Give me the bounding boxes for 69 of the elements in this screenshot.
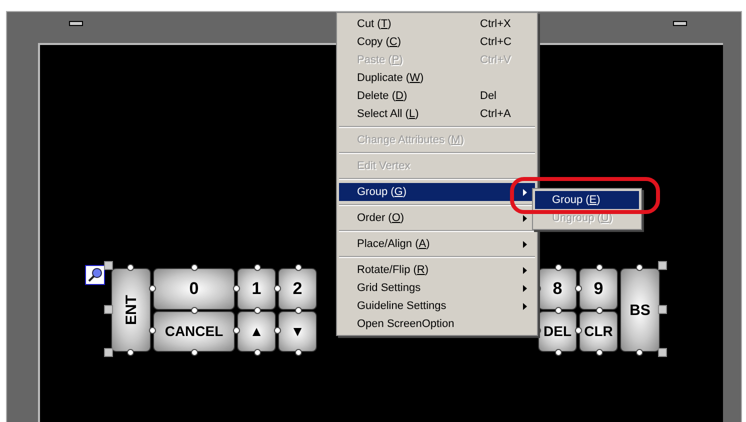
- menu-item-label: Group (E): [552, 192, 600, 208]
- menu-item-label: Delete (D): [357, 88, 408, 104]
- selection-handle[interactable]: [191, 264, 198, 271]
- menu-item-label: Change Attributes (M): [357, 132, 464, 148]
- keypad-key[interactable]: BS: [620, 268, 660, 352]
- minimize-icon[interactable]: [69, 21, 83, 26]
- resize-handle[interactable]: [104, 261, 113, 270]
- keypad-key[interactable]: 2: [278, 268, 317, 310]
- keypad-key[interactable]: 8: [538, 268, 577, 310]
- shortcut-label: Ctrl+A: [480, 106, 511, 122]
- selection-handle[interactable]: [191, 349, 198, 356]
- keypad-key[interactable]: 9: [579, 268, 618, 310]
- selection-handle[interactable]: [596, 264, 602, 271]
- menu-item[interactable]: Guideline Settings: [339, 297, 535, 315]
- menu-item-label: Cut (T): [357, 16, 392, 32]
- keypad-key[interactable]: ▼: [278, 310, 317, 352]
- keypad-key[interactable]: 1: [237, 268, 276, 310]
- selection-handle[interactable]: [294, 264, 302, 271]
- menu-item[interactable]: Order (O): [339, 209, 535, 227]
- menu-item-label: Place/Align (A): [357, 236, 430, 252]
- selection-handle[interactable]: [127, 264, 134, 271]
- menu-item[interactable]: Rotate/Flip (R): [339, 261, 535, 279]
- menu-item-label: Open ScreenOption: [357, 316, 454, 332]
- keypad-key[interactable]: ▲: [237, 310, 276, 352]
- menu-item[interactable]: Group (G): [339, 183, 535, 201]
- menu-item[interactable]: Open ScreenOption: [339, 315, 535, 333]
- resize-handle[interactable]: [104, 305, 113, 314]
- resize-handle[interactable]: [658, 261, 667, 270]
- menu-item[interactable]: Group (E): [535, 191, 639, 209]
- selection-handle[interactable]: [636, 349, 643, 356]
- keypad-key[interactable]: DEL: [538, 310, 577, 352]
- menu-item-label: Order (O): [357, 210, 404, 226]
- menu-item[interactable]: Place/Align (A): [339, 235, 535, 253]
- menu-item-label: Rotate/Flip (R): [357, 262, 429, 278]
- menu-item-label: Grid Settings: [357, 280, 421, 296]
- selection-handle[interactable]: [554, 264, 562, 271]
- menu-item-label: Select All (L): [357, 106, 419, 122]
- menu-item[interactable]: Grid Settings: [339, 279, 535, 297]
- selection-handle[interactable]: [254, 264, 260, 271]
- search-icon[interactable]: [85, 265, 105, 285]
- menu-item-label: Copy (C): [357, 34, 402, 50]
- shortcut-label: Del: [480, 88, 497, 104]
- menu-item-label: Duplicate (W): [357, 70, 424, 86]
- menu-item[interactable]: Delete (D) Del: [339, 87, 535, 105]
- shortcut-label: Ctrl+C: [480, 34, 512, 50]
- shortcut-label: Ctrl+X: [480, 16, 511, 32]
- keypad-key[interactable]: CANCEL: [153, 310, 235, 352]
- selection-handle[interactable]: [554, 349, 562, 356]
- menu-item-label: Edit Vertex: [357, 158, 410, 174]
- keypad-key[interactable]: 0: [153, 268, 235, 310]
- selection-handle[interactable]: [636, 264, 643, 271]
- minimize-icon[interactable]: [673, 21, 687, 26]
- menu-item[interactable]: Duplicate (W): [339, 69, 535, 87]
- resize-handle[interactable]: [658, 305, 667, 314]
- resize-handle[interactable]: [104, 348, 113, 357]
- resize-handle[interactable]: [658, 348, 667, 357]
- selection-handle[interactable]: [254, 349, 260, 356]
- menu-item-label: Group (G): [357, 184, 407, 200]
- menu-item[interactable]: Select All (L) Ctrl+A: [339, 105, 535, 123]
- selection-handle[interactable]: [127, 349, 134, 356]
- menu-item-label: Paste (P): [357, 52, 403, 68]
- keypad-key[interactable]: ENT: [111, 268, 151, 352]
- menu-item[interactable]: Cut (T) Ctrl+X: [339, 15, 535, 33]
- menu-item-label: Guideline Settings: [357, 298, 446, 314]
- selection-handle[interactable]: [294, 349, 302, 356]
- shortcut-label: Ctrl+V: [480, 52, 511, 68]
- keypad-key[interactable]: CLR: [579, 310, 618, 352]
- menu-item[interactable]: Copy (C) Ctrl+C: [339, 33, 535, 51]
- selection-handle[interactable]: [596, 349, 602, 356]
